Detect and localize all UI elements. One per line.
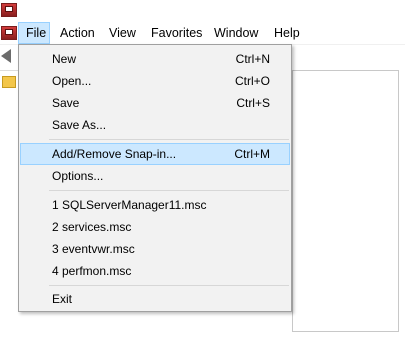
menu-item-save-as[interactable]: Save As... [20, 114, 290, 136]
menu-item-label: 4 perfmon.msc [52, 264, 132, 278]
menu-item-recent-1[interactable]: 1 SQLServerManager11.msc [20, 194, 290, 216]
menu-separator [49, 139, 289, 140]
menu-item-label: 1 SQLServerManager11.msc [52, 198, 207, 212]
back-arrow-icon[interactable] [1, 49, 11, 63]
menu-item-options[interactable]: Options... [20, 165, 290, 187]
menu-item-shortcut: Ctrl+S [236, 96, 270, 110]
menu-item-recent-3[interactable]: 3 eventvwr.msc [20, 238, 290, 260]
menu-help[interactable]: Help [267, 22, 307, 44]
menu-item-label: Options... [52, 169, 104, 183]
menu-item-recent-4[interactable]: 4 perfmon.msc [20, 260, 290, 282]
menu-item-open[interactable]: Open... Ctrl+O [20, 70, 290, 92]
menu-favorites[interactable]: Favorites [144, 22, 209, 44]
file-menu-dropdown: New Ctrl+N Open... Ctrl+O Save Ctrl+S Sa… [18, 44, 292, 312]
menu-item-label: Save [52, 96, 80, 110]
menu-item-label: Save As... [52, 118, 107, 132]
folder-icon[interactable] [2, 76, 16, 88]
mmc-app-icon[interactable] [1, 3, 17, 17]
menu-item-label: 3 eventvwr.msc [52, 242, 135, 256]
title-bar [0, 0, 405, 21]
menu-item-exit[interactable]: Exit [20, 288, 290, 310]
menu-item-shortcut: Ctrl+N [235, 52, 270, 66]
menu-view[interactable]: View [102, 22, 143, 44]
menu-item-label: Open... [52, 74, 92, 88]
menu-bar: File Action View Favorites Window Help [0, 22, 405, 45]
menu-item-label: Exit [52, 292, 73, 306]
menu-item-add-remove-snap-in[interactable]: Add/Remove Snap-in... Ctrl+M [20, 143, 290, 165]
menu-item-save[interactable]: Save Ctrl+S [20, 92, 290, 114]
menu-item-label: New [52, 52, 77, 66]
menu-item-new[interactable]: New Ctrl+N [20, 48, 290, 70]
system-menu-icon[interactable] [1, 26, 17, 40]
menu-file[interactable]: File [18, 22, 50, 44]
pane-divider [0, 70, 18, 73]
menu-item-shortcut: Ctrl+O [234, 74, 270, 88]
menu-action[interactable]: Action [53, 22, 102, 44]
menu-item-label: 2 services.msc [52, 220, 132, 234]
menu-item-recent-2[interactable]: 2 services.msc [20, 216, 290, 238]
menu-separator [49, 190, 289, 191]
results-pane[interactable] [292, 70, 399, 332]
menu-item-shortcut: Ctrl+M [234, 147, 270, 161]
menu-window[interactable]: Window [207, 22, 265, 44]
menu-item-label: Add/Remove Snap-in... [52, 147, 177, 161]
menu-separator [49, 285, 289, 286]
